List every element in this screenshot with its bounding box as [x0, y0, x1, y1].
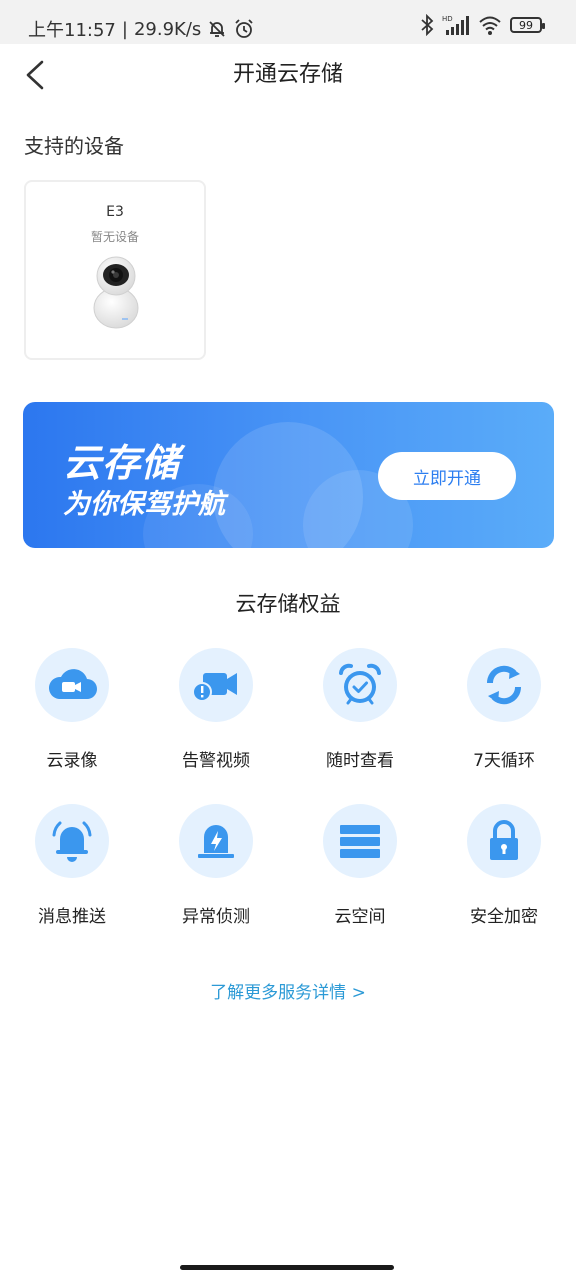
benefit-label: 云空间 [334, 907, 386, 927]
device-status: 暂无设备 [90, 230, 139, 244]
benefit-item-alert-video[interactable]: 告警视频 [144, 648, 288, 771]
benefit-item-secure-encryption[interactable]: 安全加密 [432, 804, 576, 927]
benefit-label: 消息推送 [38, 907, 106, 927]
battery-level: 99 [519, 18, 533, 32]
benefit-item-anytime-view[interactable]: 随时查看 [288, 648, 432, 771]
svg-text:HD: HD [442, 15, 453, 23]
alert-video-icon [192, 673, 237, 702]
benefit-icon-bg [179, 648, 253, 722]
battery-indicator: 99 [510, 17, 545, 33]
device-name: E3 [106, 204, 124, 220]
nav-header: 开通云存储 [0, 44, 576, 100]
benefit-label: 7天循环 [473, 751, 535, 771]
cloud-video-icon [48, 669, 97, 699]
benefit-item-7day-cycle[interactable]: 7天循环 [432, 648, 576, 771]
home-indicator[interactable] [180, 1265, 394, 1270]
status-separator: | [121, 18, 128, 40]
benefit-label: 异常侦测 [182, 907, 250, 927]
benefit-icon-bg [467, 804, 541, 878]
page-title: 开通云存储 [232, 62, 343, 87]
device-card-e3[interactable]: E3 暂无设备 [24, 180, 206, 360]
benefit-item-cloud-space[interactable]: 云空间 [288, 804, 432, 927]
status-time: 上午11:57 [28, 20, 116, 41]
lock-icon [490, 820, 518, 860]
supported-devices-label: 支持的设备 [24, 134, 124, 158]
siren-icon [198, 825, 234, 858]
banner-subtitle: 为你保驾护航 [63, 489, 225, 520]
more-details-link[interactable]: 了解更多服务详情 > [0, 978, 576, 1003]
benefit-item-anomaly-detect[interactable]: 异常侦测 [144, 804, 288, 927]
status-bar: 上午11:57 | 29.9K/s HD 99 [0, 0, 576, 44]
benefit-icon-bg [35, 804, 109, 878]
wifi-icon [479, 16, 501, 35]
activate-now-button[interactable]: 立即开通 [378, 452, 516, 500]
benefit-icon-bg [179, 804, 253, 878]
benefit-label: 安全加密 [470, 907, 538, 927]
hd-signal-icon: HD [442, 15, 469, 35]
benefit-item-message-push[interactable]: 消息推送 [0, 804, 144, 927]
benefit-icon-bg [323, 648, 397, 722]
alarm-icon [235, 19, 253, 38]
status-speed: 29.9K/s [133, 18, 202, 40]
storage-icon [340, 825, 380, 858]
benefit-label: 告警视频 [182, 751, 250, 771]
benefit-icon-bg [35, 648, 109, 722]
benefit-label: 随时查看 [326, 751, 394, 771]
cloud-storage-banner: 云存储 为你保驾护航 立即开通 [23, 402, 554, 548]
bluetooth-icon [421, 14, 434, 36]
bell-icon [52, 821, 92, 862]
benefit-item-cloud-video[interactable]: 云录像 [0, 648, 144, 771]
bell-muted-icon [209, 21, 225, 37]
benefits-title: 云存储权益 [235, 592, 341, 616]
status-left: 上午11:57 | 29.9K/s [28, 16, 255, 42]
alarm-clock-icon [339, 663, 381, 705]
benefit-icon-bg [467, 648, 541, 722]
benefit-icon-bg [323, 804, 397, 878]
benefit-label: 云录像 [46, 751, 98, 771]
camera-image [93, 256, 139, 329]
status-right: HD 99 [420, 14, 545, 36]
banner-title: 云存储 [63, 441, 181, 485]
cycle-icon [486, 665, 522, 705]
